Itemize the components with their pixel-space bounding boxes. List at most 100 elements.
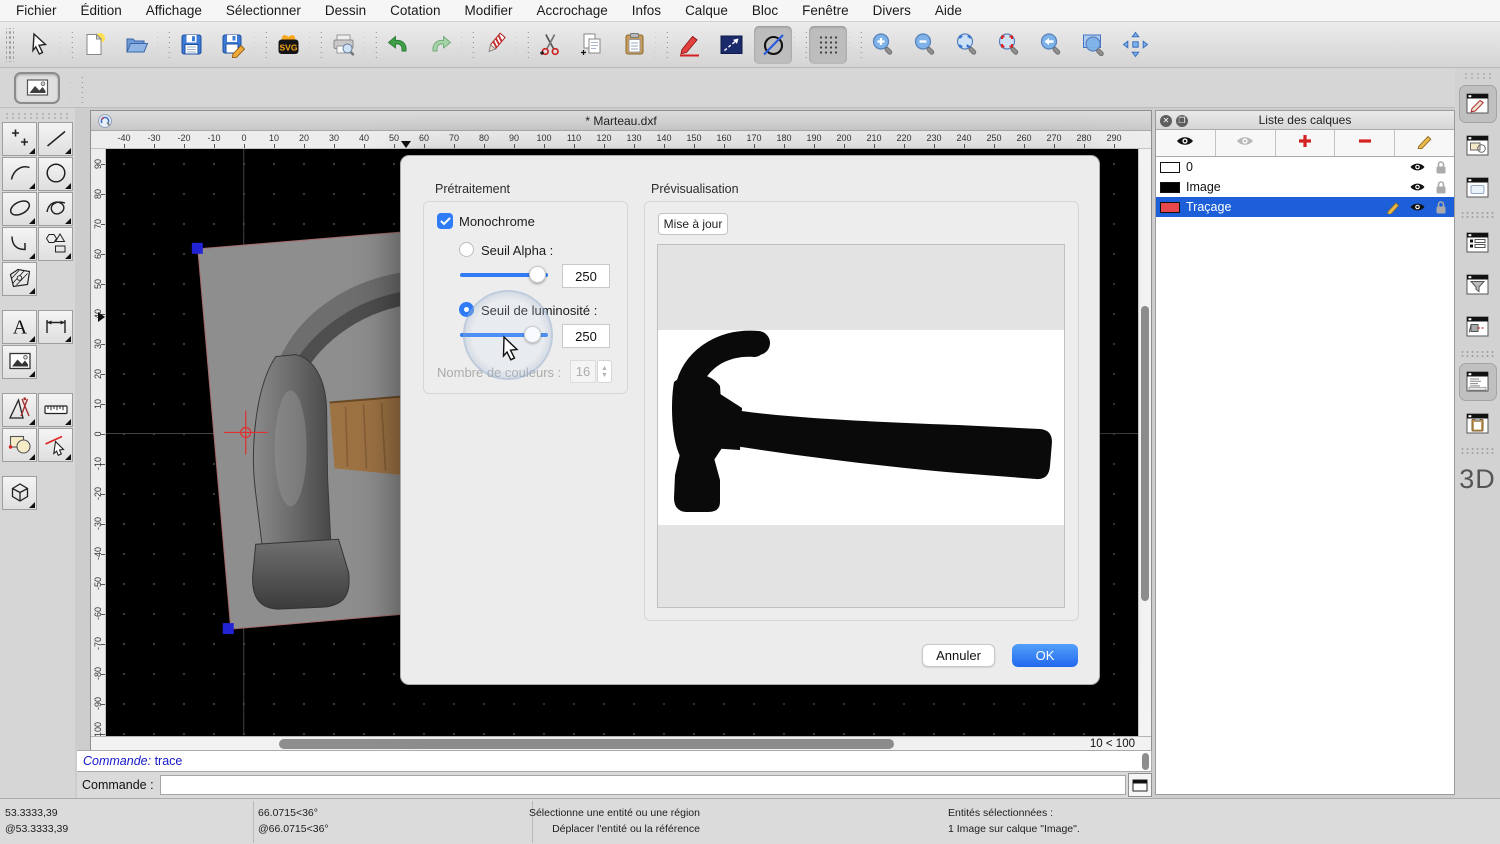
menu-cotation[interactable]: Cotation	[390, 3, 440, 18]
measure-tool-button[interactable]	[38, 393, 73, 427]
trace-tool-button[interactable]	[754, 26, 792, 64]
polygon-tool-button[interactable]	[38, 227, 73, 261]
layer-visibility-icon[interactable]	[1408, 160, 1426, 174]
command-input[interactable]	[160, 775, 1126, 795]
menu-dessin[interactable]: Dessin	[325, 3, 366, 18]
menu-bloc[interactable]: Bloc	[752, 3, 778, 18]
undo-button[interactable]	[379, 26, 417, 64]
menu-selectionner[interactable]: Sélectionner	[226, 3, 301, 18]
ok-button[interactable]: OK	[1012, 644, 1078, 667]
zoom-in-button[interactable]	[864, 26, 902, 64]
luminosity-threshold-slider[interactable]	[460, 333, 548, 337]
alpha-slider-knob[interactable]	[529, 266, 546, 283]
solid-tool-button[interactable]	[2, 476, 37, 510]
zoom-window-button[interactable]	[1074, 26, 1112, 64]
list-panel-toggle-button[interactable]	[1459, 224, 1497, 262]
select-cursor-button[interactable]	[20, 26, 58, 64]
palette-drag-handle[interactable]	[4, 112, 71, 120]
menu-accrochage[interactable]: Accrochage	[536, 3, 607, 18]
close-panel-icon[interactable]: ✕	[1160, 115, 1172, 127]
freehand-draw-button[interactable]	[670, 26, 708, 64]
eraser-button[interactable]	[476, 26, 514, 64]
cut-button[interactable]	[531, 26, 569, 64]
circle-tool-button[interactable]	[38, 157, 73, 191]
hide-all-layers-button[interactable]	[1216, 130, 1276, 156]
edit-layer-icon[interactable]	[1384, 200, 1402, 214]
undock-panel-icon[interactable]: ❐	[1176, 115, 1188, 127]
command-window-button[interactable]	[1128, 773, 1152, 797]
layer-lock-icon[interactable]	[1432, 160, 1450, 174]
construction-tool-button[interactable]	[2, 393, 37, 427]
arc-tool-button[interactable]	[2, 157, 37, 191]
layer-row-0[interactable]: 0	[1156, 157, 1454, 177]
pen-panel-toggle-button[interactable]	[1459, 308, 1497, 346]
menu-edition[interactable]: Édition	[81, 3, 122, 18]
alpha-threshold-value[interactable]	[562, 264, 610, 288]
menu-calque[interactable]: Calque	[685, 3, 728, 18]
image-tool-button[interactable]	[2, 345, 37, 379]
dimension-tool-button[interactable]	[38, 310, 73, 344]
svg-export-button[interactable]: SVG	[269, 26, 307, 64]
copy-button[interactable]	[573, 26, 611, 64]
hatch-tool-button[interactable]	[2, 262, 37, 296]
selection-handle-bottom-left[interactable]	[223, 623, 234, 634]
points-tool-button[interactable]	[2, 122, 37, 156]
blocks-panel-toggle-button[interactable]	[1459, 127, 1497, 165]
open-file-button[interactable]	[117, 26, 155, 64]
new-file-button[interactable]	[75, 26, 113, 64]
luminosity-threshold-radio[interactable]	[459, 302, 474, 317]
remove-layer-button[interactable]	[1335, 130, 1395, 156]
layer-lock-icon[interactable]	[1432, 200, 1450, 214]
update-preview-button[interactable]: Mise à jour	[658, 213, 728, 235]
monochrome-checkbox[interactable]	[437, 213, 453, 229]
paste-button[interactable]	[615, 26, 653, 64]
zoom-out-button[interactable]	[906, 26, 944, 64]
filter-panel-toggle-button[interactable]	[1459, 266, 1497, 304]
pan-button[interactable]	[1116, 26, 1154, 64]
layer-visibility-icon[interactable]	[1408, 180, 1426, 194]
toolbar-drag-handle[interactable]	[6, 28, 14, 62]
menu-infos[interactable]: Infos	[632, 3, 661, 18]
grid-toggle-button[interactable]	[809, 26, 847, 64]
zoom-previous-button[interactable]	[1032, 26, 1070, 64]
print-preview-button[interactable]	[324, 26, 362, 64]
menu-fenetre[interactable]: Fenêtre	[802, 3, 849, 18]
layers-panel-toggle-button[interactable]	[1459, 85, 1497, 123]
luminosity-threshold-value[interactable]	[562, 324, 610, 348]
command-history[interactable]: Commande: trace	[77, 750, 1152, 772]
horizontal-scrollbar[interactable]: 10 < 100	[91, 736, 1151, 751]
alpha-threshold-radio[interactable]	[459, 242, 474, 257]
menu-aide[interactable]: Aide	[935, 3, 962, 18]
image-tool-button[interactable]	[14, 72, 60, 104]
text-tool-button[interactable]: A	[2, 310, 37, 344]
selection-handle-top-left[interactable]	[192, 243, 203, 254]
horizontal-scrollbar-thumb[interactable]	[279, 739, 894, 749]
edit-layer-button[interactable]	[1395, 130, 1454, 156]
save-as-button[interactable]	[214, 26, 252, 64]
layer-visibility-icon[interactable]	[1408, 200, 1426, 214]
modify-tool-button[interactable]	[38, 428, 73, 462]
spline-tool-button[interactable]	[38, 192, 73, 226]
add-layer-button[interactable]	[1276, 130, 1336, 156]
vertical-scrollbar-thumb[interactable]	[1141, 306, 1149, 601]
menu-modifier[interactable]: Modifier	[464, 3, 512, 18]
polyline-tool-button[interactable]	[2, 227, 37, 261]
zoom-auto-button[interactable]	[948, 26, 986, 64]
show-all-layers-button[interactable]	[1156, 130, 1216, 156]
menu-fichier[interactable]: Fichier	[16, 3, 57, 18]
strip-drag-handle[interactable]	[1463, 72, 1493, 79]
zoom-selection-button[interactable]	[990, 26, 1028, 64]
save-button[interactable]	[172, 26, 210, 64]
library-panel-toggle-button[interactable]	[1459, 169, 1497, 207]
layer-row-tracage[interactable]: Traçage	[1156, 197, 1454, 217]
polyline-edit-button[interactable]	[712, 26, 750, 64]
command-history-scrollbar[interactable]	[1142, 753, 1149, 770]
clipboard-panel-toggle-button[interactable]	[1459, 405, 1497, 443]
luminosity-slider-knob[interactable]	[524, 326, 541, 343]
layer-row-image[interactable]: Image	[1156, 177, 1454, 197]
boolean-tool-button[interactable]	[2, 428, 37, 462]
menu-affichage[interactable]: Affichage	[146, 3, 202, 18]
alpha-threshold-slider[interactable]	[460, 273, 548, 277]
redo-button[interactable]	[421, 26, 459, 64]
line-tool-button[interactable]	[38, 122, 73, 156]
